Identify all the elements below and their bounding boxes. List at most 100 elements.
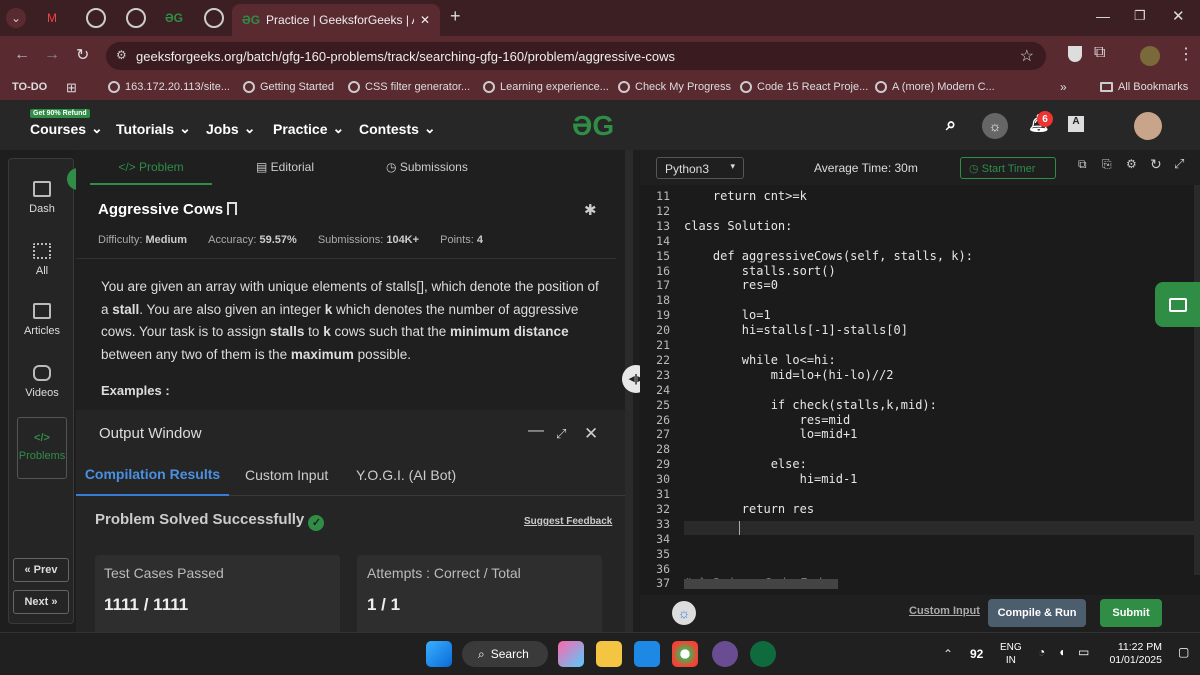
browser-menu-icon[interactable]: ⋮ — [1178, 44, 1194, 64]
vscode-icon[interactable] — [634, 641, 660, 667]
custom-input-link[interactable]: Custom Input — [909, 605, 980, 617]
editor-h-scrollbar[interactable] — [684, 579, 838, 589]
close-icon[interactable]: ✕ — [584, 424, 598, 444]
minimize-icon[interactable]: — — [528, 422, 544, 440]
bookmark-item[interactable]: Getting Started — [243, 81, 334, 93]
theme-toggle-icon[interactable]: ☼ — [982, 113, 1008, 139]
globe-tab-icon-2[interactable] — [126, 8, 146, 28]
submit-button[interactable]: Submit — [1100, 599, 1162, 627]
editor-scrollbar[interactable] — [1194, 185, 1200, 575]
settings-icon[interactable]: ⚙ — [1126, 157, 1137, 171]
forward-icon[interactable]: → — [44, 46, 60, 64]
globe-tab-icon[interactable] — [86, 8, 106, 28]
bookmark-todo[interactable]: TO-DO — [12, 81, 47, 93]
language-indicator[interactable]: ENG IN — [1000, 641, 1022, 667]
chrome-icon[interactable] — [672, 641, 698, 667]
file-explorer-icon[interactable] — [596, 641, 622, 667]
tab-submissions[interactable]: ◷ Submissions — [386, 160, 468, 174]
reset-icon[interactable]: ↻ — [1150, 156, 1162, 173]
bookmark-item[interactable]: Code 15 React Proje... — [740, 81, 868, 93]
tab-problem[interactable]: </> Problem — [90, 150, 212, 185]
tab-custom-input[interactable]: Custom Input — [245, 467, 328, 483]
tab-yogi[interactable]: Y.O.G.I. (AI Bot) — [356, 467, 456, 483]
bookmark-item[interactable]: 163.172.20.113/site... — [108, 81, 230, 93]
copilot-icon[interactable] — [558, 641, 584, 667]
next-button[interactable]: Next » — [13, 590, 69, 614]
start-timer-button[interactable]: ◷ Start Timer — [960, 157, 1056, 179]
compile-run-button[interactable]: Compile & Run — [988, 599, 1086, 627]
close-tab-icon[interactable]: ✕ — [420, 13, 430, 27]
battery-icon[interactable]: ▭ — [1078, 645, 1089, 659]
new-tab-icon[interactable]: + — [450, 6, 461, 27]
wifi-icon[interactable]: ◔ — [1038, 645, 1045, 659]
back-icon[interactable]: ← — [14, 46, 30, 64]
mongodb-icon[interactable] — [750, 641, 776, 667]
windows-start-icon[interactable] — [426, 641, 452, 667]
bookmark-item[interactable]: Learning experience... — [483, 81, 609, 93]
problem-content: Aggressive Cows ✱ Difficulty: Medium Acc… — [76, 185, 632, 410]
github-icon[interactable] — [712, 641, 738, 667]
line-number: 23 — [656, 367, 670, 382]
all-bookmarks[interactable]: All Bookmarks — [1100, 81, 1188, 93]
profile-avatar[interactable] — [1140, 46, 1160, 66]
examples-heading: Examples : — [101, 383, 170, 398]
translate-icon[interactable]: A — [1068, 116, 1084, 132]
editor-footer: ☼ Custom Input Compile & Run Submit — [640, 595, 1200, 632]
extensions-icon[interactable]: ⧉ — [1094, 44, 1105, 62]
sidebar-item-all[interactable]: All — [9, 243, 75, 277]
user-avatar[interactable] — [1134, 112, 1162, 140]
output-window: Output Window — ⤢ ✕ Compilation Results … — [76, 410, 630, 635]
prev-button[interactable]: « Prev — [13, 558, 69, 582]
dashboard-icon — [33, 181, 51, 197]
language-select[interactable]: Python3 ▾ — [656, 157, 744, 179]
url-bar[interactable]: ⚙ geeksforgeeks.org/batch/gfg-160-proble… — [106, 42, 1046, 70]
bookmark-item[interactable]: Check My Progress — [618, 81, 731, 93]
close-window-icon[interactable]: ✕ — [1172, 7, 1185, 25]
minimize-icon[interactable]: — — [1096, 8, 1110, 24]
reload-icon[interactable]: ↻ — [76, 45, 89, 65]
nav-tutorials[interactable]: Tutorials ⌄ — [116, 120, 191, 137]
nav-jobs[interactable]: Jobs ⌄ — [206, 120, 255, 137]
site-info-icon[interactable]: ⚙ — [116, 48, 127, 62]
sidebar-item-videos[interactable]: Videos — [9, 365, 75, 399]
gfg-logo-icon[interactable]: ƏG — [572, 110, 614, 142]
notification-icon[interactable]: ▢ — [1178, 645, 1189, 659]
code-line: lo=mid+1 — [684, 427, 858, 442]
report-bug-icon[interactable]: ✱ — [584, 201, 597, 219]
restore-icon[interactable]: ❐ — [1134, 8, 1146, 24]
nav-practice[interactable]: Practice ⌄ — [273, 120, 344, 137]
tab-editorial[interactable]: ▤ Editorial — [256, 160, 314, 174]
light-mode-icon[interactable]: ☼ — [672, 601, 696, 625]
sidebar-item-dash[interactable]: Dash — [9, 181, 75, 215]
chat-bubble-icon[interactable] — [1155, 282, 1200, 327]
search-icon[interactable]: ⌕ — [946, 114, 956, 135]
copy-icon[interactable]: ⧉ — [1078, 157, 1087, 172]
nav-courses[interactable]: Courses ⌄ — [30, 120, 103, 137]
active-tab[interactable]: ƏG Practice | GeeksforGeeks | A co ✕ — [232, 4, 440, 36]
suggest-feedback-link[interactable]: Suggest Feedback — [524, 516, 612, 527]
bookmark-icon[interactable] — [227, 202, 238, 215]
sidebar-item-problems[interactable]: </> Problems — [17, 417, 67, 479]
taskbar-search[interactable]: ⌕ Search — [462, 641, 548, 667]
bookmark-star-icon[interactable]: ☆ — [1020, 46, 1034, 66]
tab-menu-icon[interactable]: ⌄ — [6, 8, 26, 28]
more-bookmarks-icon[interactable]: » — [1060, 80, 1067, 94]
expand-icon[interactable]: ⤢ — [1174, 156, 1184, 172]
globe-tab-icon-3[interactable] — [204, 8, 224, 28]
clock[interactable]: 11:22 PM 01/01/2025 — [1104, 641, 1162, 667]
line-number: 13 — [656, 218, 670, 233]
nav-contests[interactable]: Contests ⌄ — [359, 120, 436, 137]
gfg-tab-icon[interactable]: ƏG — [164, 8, 184, 28]
code-editor[interactable]: 11 return cnt>=k 12 13 class Solution: 14 15 … — [640, 185, 1200, 595]
gmail-tab-icon[interactable]: M — [42, 8, 62, 28]
apps-grid-icon[interactable]: ⊞ — [66, 80, 77, 96]
file-export-icon[interactable]: ⎘ — [1102, 157, 1112, 172]
fullscreen-icon[interactable]: ⤢ — [556, 426, 566, 442]
bookmark-item[interactable]: CSS filter generator... — [348, 81, 470, 93]
bookmark-item[interactable]: A (more) Modern C... — [875, 81, 995, 93]
tab-compilation-results[interactable]: Compilation Results — [76, 454, 229, 496]
volume-icon[interactable]: ◖ — [1058, 645, 1065, 659]
sidebar-item-articles[interactable]: Articles — [9, 303, 75, 337]
shield-extension-icon[interactable] — [1068, 46, 1082, 62]
tray-chevron-icon[interactable]: ⌃ — [943, 647, 953, 661]
